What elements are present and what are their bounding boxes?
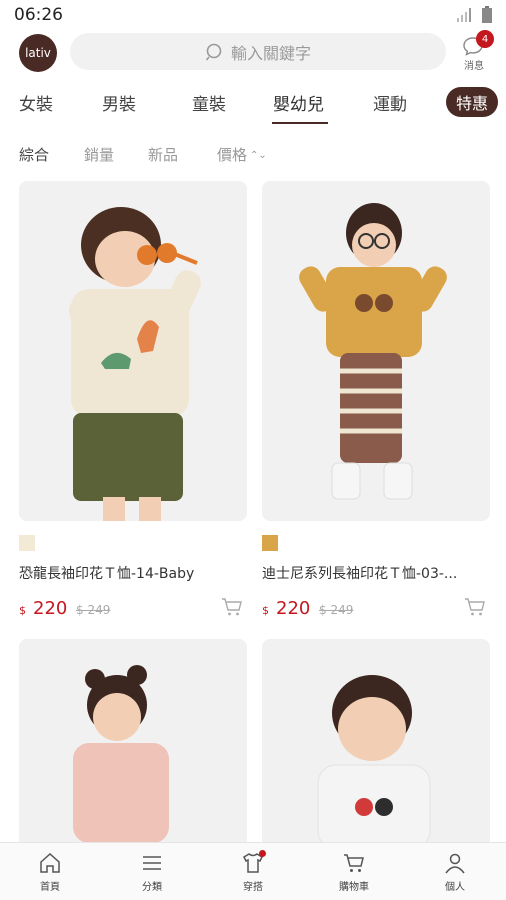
sort-sales[interactable]: 銷量 — [84, 144, 114, 165]
price-currency: $ — [262, 604, 269, 617]
messages-button[interactable]: 4 消息 — [456, 30, 494, 72]
add-to-cart-icon[interactable] — [221, 597, 243, 617]
messages-badge: 4 — [476, 30, 494, 48]
sale-price: 220 — [276, 598, 311, 619]
price-row: $ 220 $ 249 — [262, 597, 490, 619]
nav-outfit[interactable]: 穿搭 — [223, 850, 283, 893]
product-card[interactable]: 迪士尼系列長袖印花Ｔ恤-03-... $ 220 $ 249 — [262, 181, 490, 619]
tab-special-offer[interactable]: 特惠 — [446, 87, 498, 117]
sort-arrows-icon: ⌃⌄ — [250, 150, 267, 161]
product-image[interactable] — [262, 639, 490, 849]
sort-comprehensive[interactable]: 綜合 — [19, 144, 49, 165]
product-photo-baby-pink-top — [73, 665, 169, 843]
product-image[interactable] — [19, 639, 247, 849]
product-image[interactable] — [262, 181, 490, 521]
product-card[interactable]: 恐龍長袖印花Ｔ恤-14-Baby $ 220 $ 249 — [19, 181, 247, 619]
tab-women[interactable]: 女裝 — [19, 90, 53, 115]
home-icon — [40, 852, 60, 873]
nav-label: 個人 — [445, 882, 465, 893]
product-photo-baby-disney-tee — [299, 203, 447, 500]
category-tabs: 女裝 男裝 童裝 嬰幼兒 運動 特惠 — [0, 86, 506, 126]
tab-baby[interactable]: 嬰幼兒 — [273, 90, 324, 115]
sort-price-button[interactable]: 價格 ⌃⌄ — [217, 144, 267, 165]
product-photo-baby-white-tee — [317, 675, 431, 849]
product-card[interactable] — [262, 639, 490, 849]
bottom-navigation: 首頁 分類 穿搭 購物車 個人 — [0, 842, 506, 900]
status-bar: 06:26 — [0, 0, 506, 30]
add-to-cart-icon[interactable] — [464, 597, 486, 617]
product-image[interactable] — [19, 181, 247, 521]
price-currency: $ — [19, 604, 26, 617]
original-price: $ 249 — [76, 603, 111, 617]
color-swatch[interactable] — [19, 535, 35, 551]
nav-label: 購物車 — [339, 882, 369, 893]
menu-icon — [143, 856, 161, 870]
status-time: 06:26 — [14, 5, 63, 25]
active-tab-indicator — [272, 122, 328, 124]
sale-price: 220 — [33, 598, 68, 619]
nav-home[interactable]: 首頁 — [20, 851, 80, 893]
sort-bar: 綜合 銷量 新品 價格 ⌃⌄ — [0, 142, 506, 166]
tab-sports[interactable]: 運動 — [373, 90, 407, 115]
nav-label: 穿搭 — [243, 882, 263, 893]
original-price: $ 249 — [319, 603, 354, 617]
nav-profile[interactable]: 個人 — [425, 851, 485, 893]
tab-men[interactable]: 男裝 — [102, 90, 136, 115]
product-card[interactable] — [19, 639, 247, 849]
color-swatch[interactable] — [262, 535, 278, 551]
nav-label: 分類 — [142, 882, 162, 893]
person-icon — [445, 853, 465, 874]
brand-logo[interactable]: lativ — [19, 34, 57, 72]
nav-category[interactable]: 分類 — [122, 851, 182, 893]
cart-icon — [344, 854, 364, 872]
price-row: $ 220 $ 249 — [19, 597, 247, 619]
sort-price: 價格 — [217, 146, 248, 164]
nav-cart[interactable]: 購物車 — [324, 851, 384, 893]
battery-icon — [482, 6, 492, 23]
signal-icon — [457, 8, 471, 22]
messages-label: 消息 — [464, 61, 484, 72]
tab-kids[interactable]: 童裝 — [192, 90, 226, 115]
nav-label: 首頁 — [40, 882, 60, 893]
product-photo-baby-dinosaur-tee — [68, 207, 201, 521]
header: lativ 輸入關鍵字 4 消息 — [0, 30, 506, 74]
search-icon — [205, 43, 222, 61]
sort-new[interactable]: 新品 — [148, 144, 178, 165]
search-placeholder: 輸入關鍵字 — [230, 43, 311, 63]
nav-notification-dot — [259, 850, 266, 857]
product-title[interactable]: 恐龍長袖印花Ｔ恤-14-Baby — [19, 563, 247, 583]
search-input[interactable]: 輸入關鍵字 — [70, 33, 446, 70]
product-title[interactable]: 迪士尼系列長袖印花Ｔ恤-03-... — [262, 563, 490, 583]
